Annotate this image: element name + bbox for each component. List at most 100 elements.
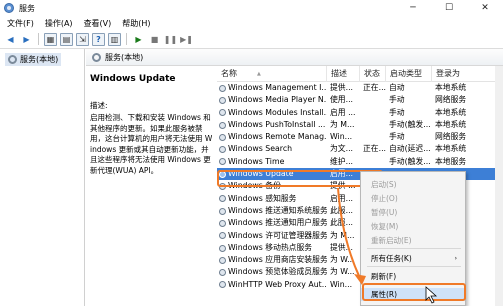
menu-help[interactable]: 帮助(H) xyxy=(122,18,150,29)
console-icon[interactable]: ▦ xyxy=(44,32,57,46)
column-header-name[interactable]: 名称 ▲ xyxy=(217,66,327,82)
gear-icon xyxy=(219,219,226,227)
restart-icon[interactable]: ▶❚ xyxy=(180,33,193,46)
cell-description: 使用... xyxy=(330,95,354,105)
tree-node-label: 服务(本地) xyxy=(20,55,59,64)
table-row[interactable]: Windows Management I... 提供... 正在... 自动 本地系统 xyxy=(217,82,503,94)
menu-item-label: 重新启动(E) xyxy=(371,236,412,245)
cell-name: Windows 感知服务 xyxy=(217,193,327,205)
list-icon[interactable]: ▤ xyxy=(60,32,73,46)
cell-status: 正在... xyxy=(363,83,386,92)
cell-name: Windows Media Player N... xyxy=(217,94,327,106)
table-row[interactable]: Windows Media Player N... 使用... 手动 网络服务 xyxy=(217,94,503,106)
menu-item-resume[interactable]: 恢复(M) xyxy=(361,220,465,233)
menu-item-all-tasks[interactable]: 所有任务(K) › xyxy=(361,252,465,265)
cell-name: Windows Remote Manag... xyxy=(217,131,327,143)
cell-name: Windows 推送通知系统服务 xyxy=(217,205,327,217)
service-name-text: Windows Media Player N... xyxy=(228,95,327,105)
cell-logon-as: 本地系统 xyxy=(435,107,467,117)
service-name-text: Windows Management I... xyxy=(228,83,327,92)
cell-name: Windows PushToInstall ... xyxy=(217,119,327,131)
cell-name: Windows Search xyxy=(217,143,327,155)
forward-arrow-icon[interactable]: ▶ xyxy=(20,33,33,46)
scrollbar[interactable] xyxy=(495,66,503,306)
cell-name: Windows Modules Install... xyxy=(217,107,327,119)
column-header-description[interactable]: 描述 xyxy=(327,66,360,82)
service-name-text: Windows 备份 xyxy=(228,181,281,191)
menu-action[interactable]: 操作(A) xyxy=(45,18,73,29)
cell-name: Windows 预览体验成员服务 xyxy=(217,266,327,278)
service-name-text: Windows 移动热点服务 xyxy=(228,242,313,252)
table-row[interactable]: Windows Time 维护... 手动(触发... 本地服务 xyxy=(217,156,503,168)
pause-icon[interactable]: ❚❚ xyxy=(164,33,177,46)
column-header-name-label: 名称 xyxy=(221,69,237,78)
gear-icon xyxy=(219,244,226,252)
gear-icon xyxy=(219,109,226,117)
cell-name: Windows Update xyxy=(217,168,327,180)
minimize-button[interactable]: ─ xyxy=(395,0,431,16)
menu-separator xyxy=(367,266,461,267)
menu-item-restart[interactable]: 重新启动(E) xyxy=(361,234,465,247)
service-name-text: Windows 应用商店安装服务 xyxy=(228,255,327,265)
service-name-text: Windows Modules Install... xyxy=(228,107,327,117)
column-header-status[interactable]: 状态 xyxy=(360,66,386,82)
table-row[interactable]: Windows Search 为文... 正在... 自动(延迟... 本地系统 xyxy=(217,143,503,155)
cell-description: 为 W... xyxy=(330,267,355,277)
cell-name: WinHTTP Web Proxy Aut... xyxy=(217,279,327,291)
tree-pane: 服务(本地) xyxy=(0,49,85,306)
cell-description: 启用... xyxy=(330,169,354,179)
cell-logon-as: 本地系统 xyxy=(435,83,467,92)
services-header-label: 服务(本地) xyxy=(105,52,144,62)
cell-startup-type: 自动(延迟... xyxy=(389,144,431,154)
gear-icon xyxy=(219,133,226,141)
table-row[interactable]: Windows Modules Install... 启用 ... 手动 本地系统 xyxy=(217,107,503,119)
gear-icon xyxy=(219,269,226,277)
selected-service-name: Windows Update xyxy=(90,74,176,84)
service-name-text: Windows 感知服务 xyxy=(228,193,297,203)
cell-name: Windows Management I... xyxy=(217,82,327,94)
menu-item-refresh[interactable]: 刷新(F) xyxy=(361,270,465,283)
menu-view[interactable]: 查看(V) xyxy=(84,18,112,29)
gear-icon xyxy=(219,281,226,289)
cell-description: 为 W... xyxy=(330,255,355,265)
column-header-startup-type[interactable]: 启动类型 xyxy=(386,66,432,82)
table-row[interactable]: Windows Remote Manag... Win... 手动 网络服务 xyxy=(217,131,503,143)
service-name-text: Windows 预览体验成员服务 xyxy=(228,267,327,277)
service-name-text: Windows Update xyxy=(228,169,294,179)
service-name-text: WinHTTP Web Proxy Aut... xyxy=(228,279,327,289)
cell-description: 启用 ... xyxy=(330,107,356,117)
tree-node-services-local[interactable]: 服务(本地) xyxy=(5,53,62,66)
gear-icon xyxy=(219,195,226,203)
cell-name: Windows Time xyxy=(217,156,327,168)
menu-item-properties[interactable]: 属性(R) xyxy=(361,288,465,301)
maximize-button[interactable]: ☐ xyxy=(431,0,467,16)
menu-item-stop[interactable]: 停止(O) xyxy=(361,192,465,205)
menu-file[interactable]: 文件(F) xyxy=(7,18,34,29)
close-button[interactable]: ✕ xyxy=(467,0,503,16)
back-arrow-icon[interactable]: ◀ xyxy=(4,33,17,46)
submenu-arrow-icon: › xyxy=(454,255,457,262)
column-header-logon-as[interactable]: 登录为 xyxy=(432,66,503,82)
table-row[interactable]: Windows PushToInstall ... 为 M... 手动(触发... 本… xyxy=(217,119,503,131)
cell-description: Win... xyxy=(330,132,353,142)
service-name-text: Windows 推送通知用户服务... xyxy=(228,218,327,228)
cell-name: Windows 备份 xyxy=(217,180,327,192)
export-icon[interactable]: ⇲ xyxy=(76,32,89,46)
gear-icon xyxy=(219,121,226,129)
cell-description: 提供... xyxy=(330,83,354,92)
menu-item-pause[interactable]: 暂停(U) xyxy=(361,206,465,219)
sort-caret-icon: ▲ xyxy=(257,70,261,77)
gear-icon xyxy=(219,183,226,191)
cell-logon-as: 网络服务 xyxy=(435,132,467,142)
properties-icon[interactable]: ▥ xyxy=(108,32,121,46)
cell-logon-as: 本地服务 xyxy=(435,156,467,166)
context-menu: 启动(S) 停止(O) 暂停(U) 恢复(M) 重新启动(E) 所有任务(K) › 刷新(F)… xyxy=(360,171,466,306)
menu-item-start[interactable]: 启动(S) xyxy=(361,178,465,191)
help-icon[interactable]: ? xyxy=(92,32,105,46)
menu-separator xyxy=(367,284,461,285)
cell-startup-type: 手动(触发... xyxy=(389,119,431,129)
window-title: 服务 xyxy=(19,3,35,13)
cell-startup-type: 自动 xyxy=(389,83,405,92)
play-icon[interactable]: ▶ xyxy=(132,33,145,46)
stop-icon[interactable]: ■ xyxy=(148,33,161,46)
